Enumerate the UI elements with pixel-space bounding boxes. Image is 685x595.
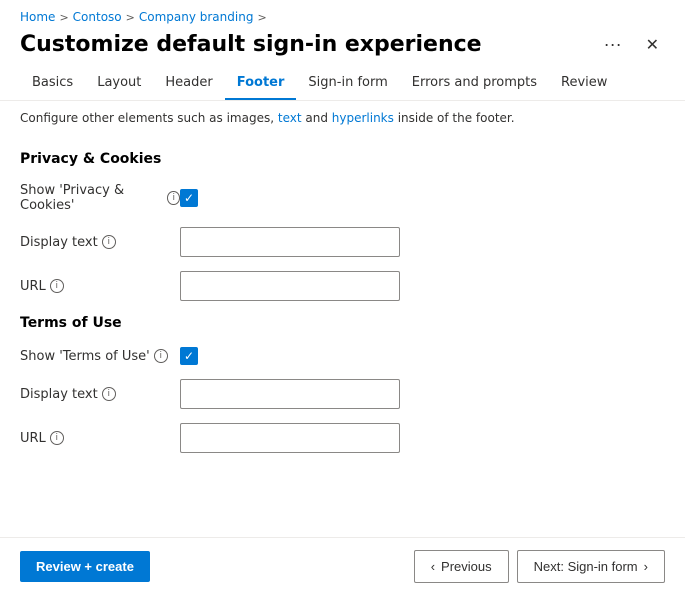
ellipsis-button[interactable]: ··· [598,32,628,57]
terms-display-text-input[interactable] [180,379,400,409]
terms-url-label: URL i [20,431,180,446]
breadcrumb-contoso[interactable]: Contoso [73,10,122,24]
show-privacy-checkbox[interactable]: ✓ [180,189,198,207]
close-button[interactable]: ✕ [640,33,665,57]
breadcrumb-sep-1: > [59,11,68,24]
next-arrow-icon: › [644,559,648,574]
tab-review[interactable]: Review [549,67,619,100]
info-link-text[interactable]: text [278,111,302,125]
terms-display-text-info-icon[interactable]: i [102,387,116,401]
page-title: Customize default sign-in experience [20,32,598,57]
terms-display-text-row: Display text i [20,379,665,409]
previous-label: Previous [441,559,492,574]
privacy-url-label: URL i [20,279,180,294]
header-actions: ··· ✕ [598,32,665,57]
show-terms-row: Show 'Terms of Use' i ✓ [20,347,665,365]
terms-url-row: URL i [20,423,665,453]
tab-header[interactable]: Header [153,67,224,100]
content-area: Privacy & Cookies Show 'Privacy & Cookie… [0,135,685,537]
privacy-url-row: URL i [20,271,665,301]
show-privacy-row: Show 'Privacy & Cookies' i ✓ [20,183,665,213]
show-terms-label: Show 'Terms of Use' i [20,349,180,364]
tab-bar: Basics Layout Header Footer Sign-in form… [0,67,685,101]
panel-header: Customize default sign-in experience ···… [0,28,685,67]
privacy-display-text-label: Display text i [20,235,180,250]
breadcrumb: Home > Contoso > Company branding > [0,0,685,28]
show-privacy-label: Show 'Privacy & Cookies' i [20,183,180,213]
info-text-after: inside of the footer. [394,111,515,125]
previous-button[interactable]: ‹ Previous [414,550,509,583]
next-button[interactable]: Next: Sign-in form › [517,550,665,583]
breadcrumb-home[interactable]: Home [20,10,55,24]
tab-footer[interactable]: Footer [225,67,297,100]
next-label: Next: Sign-in form [534,559,638,574]
show-privacy-info-icon[interactable]: i [167,191,180,205]
privacy-display-text-info-icon[interactable]: i [102,235,116,249]
terms-url-input[interactable] [180,423,400,453]
panel-footer: Review + create ‹ Previous Next: Sign-in… [0,537,685,595]
tab-basics[interactable]: Basics [20,67,85,100]
show-terms-info-icon[interactable]: i [154,349,168,363]
terms-display-text-label: Display text i [20,387,180,402]
info-text-before: Configure other elements such as images, [20,111,278,125]
breadcrumb-company-branding[interactable]: Company branding [139,10,254,24]
privacy-display-text-input[interactable] [180,227,400,257]
panel: Home > Contoso > Company branding > Cust… [0,0,685,595]
breadcrumb-sep-3: > [257,11,266,24]
terms-of-use-title: Terms of Use [20,315,665,331]
privacy-cookies-title: Privacy & Cookies [20,151,665,167]
tab-layout[interactable]: Layout [85,67,153,100]
info-text-middle: and [302,111,332,125]
info-link-hyperlinks[interactable]: hyperlinks [332,111,394,125]
checkmark-icon: ✓ [184,192,194,204]
privacy-url-input[interactable] [180,271,400,301]
tab-errors-prompts[interactable]: Errors and prompts [400,67,549,100]
show-terms-checkbox[interactable]: ✓ [180,347,198,365]
privacy-url-info-icon[interactable]: i [50,279,64,293]
tab-signin-form[interactable]: Sign-in form [296,67,399,100]
terms-checkmark-icon: ✓ [184,350,194,362]
review-create-button[interactable]: Review + create [20,551,150,582]
breadcrumb-sep-2: > [126,11,135,24]
footer-nav: ‹ Previous Next: Sign-in form › [414,550,665,583]
previous-arrow-icon: ‹ [431,559,435,574]
info-bar: Configure other elements such as images,… [0,101,685,135]
terms-url-info-icon[interactable]: i [50,431,64,445]
privacy-display-text-row: Display text i [20,227,665,257]
